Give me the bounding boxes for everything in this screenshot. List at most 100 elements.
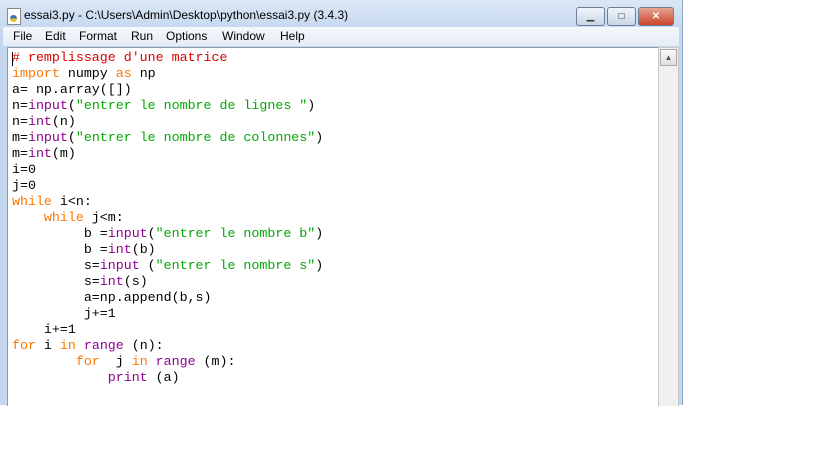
code-line: m=int(m) bbox=[12, 146, 323, 162]
code-token: j bbox=[99, 354, 132, 369]
code-token: while bbox=[43, 210, 84, 225]
code-token: input bbox=[27, 98, 68, 113]
code-token: i bbox=[35, 338, 60, 353]
python-file-icon bbox=[7, 8, 21, 25]
code-line: for j in range (m): bbox=[12, 354, 323, 370]
code-token: j=0 bbox=[12, 178, 36, 193]
vertical-scrollbar[interactable]: ▲ bbox=[658, 47, 679, 406]
menu-window[interactable]: Window bbox=[222, 29, 265, 43]
code-token: a= np.array([]) bbox=[12, 82, 132, 97]
code-token: np bbox=[131, 66, 156, 81]
code-token: print bbox=[107, 370, 148, 385]
code-token: "entrer le nombre s" bbox=[155, 258, 316, 273]
code-token: "entrer le nombre b" bbox=[155, 226, 316, 241]
code-line: while i<n: bbox=[12, 194, 323, 210]
code-line: s=input ("entrer le nombre s") bbox=[12, 258, 323, 274]
menu-bar: File Edit Format Run Options Window Help bbox=[3, 27, 679, 46]
code-token: (n) bbox=[51, 114, 76, 129]
scroll-up-arrow-icon[interactable]: ▲ bbox=[660, 49, 677, 66]
code-token: in bbox=[131, 354, 148, 369]
code-token: m= bbox=[12, 146, 28, 161]
code-token: s= bbox=[12, 274, 100, 289]
code-token: (a) bbox=[147, 370, 180, 385]
code-token: "entrer le nombre de lignes " bbox=[75, 98, 308, 113]
code-token: (n): bbox=[123, 338, 164, 353]
title-bar[interactable]: essai3.py - C:\Users\Admin\Desktop\pytho… bbox=[0, 0, 682, 30]
code-token: ( bbox=[147, 226, 156, 241]
code-editor[interactable]: # remplissage d'une matrice import numpy … bbox=[7, 47, 659, 406]
code-token: int bbox=[27, 146, 52, 161]
code-line: for i in range (n): bbox=[12, 338, 323, 354]
code-line: n=input("entrer le nombre de lignes ") bbox=[12, 98, 323, 114]
code-token: input bbox=[27, 130, 68, 145]
code-token: in bbox=[59, 338, 76, 353]
code-token: i<n: bbox=[51, 194, 92, 209]
code-token: j+=1 bbox=[12, 306, 116, 321]
code-line: s=int(s) bbox=[12, 274, 323, 290]
code-token: while bbox=[12, 194, 52, 209]
code-token: s= bbox=[12, 258, 100, 273]
code-token: int bbox=[99, 274, 124, 289]
code-token: n= bbox=[12, 98, 28, 113]
code-line: while j<m: bbox=[12, 210, 323, 226]
menu-edit[interactable]: Edit bbox=[45, 29, 66, 43]
code-token: "entrer le nombre de colonnes" bbox=[75, 130, 316, 145]
code-token: int bbox=[27, 114, 52, 129]
minimize-button[interactable]: ▁ bbox=[576, 7, 605, 26]
code-line: a= np.array([]) bbox=[12, 82, 323, 98]
code-token: ) bbox=[315, 226, 324, 241]
menu-options[interactable]: Options bbox=[166, 29, 207, 43]
code-token: ( bbox=[67, 130, 76, 145]
code-line: m=input("entrer le nombre de colonnes") bbox=[12, 130, 323, 146]
menu-format[interactable]: Format bbox=[79, 29, 117, 43]
code-token: # remplissage d'une matrice bbox=[12, 50, 228, 65]
maximize-button[interactable]: □ bbox=[607, 7, 636, 26]
code-line: print (a) bbox=[12, 370, 323, 386]
code-token: n= bbox=[12, 114, 28, 129]
code-token: input bbox=[99, 258, 140, 273]
menu-help[interactable]: Help bbox=[280, 29, 305, 43]
code-token: as bbox=[115, 66, 132, 81]
code-line: j+=1 bbox=[12, 306, 323, 322]
code-token: i=0 bbox=[12, 162, 36, 177]
code-token: (b) bbox=[131, 242, 156, 257]
menu-run[interactable]: Run bbox=[131, 29, 153, 43]
code-token: j<m: bbox=[83, 210, 124, 225]
code-token: (m) bbox=[51, 146, 76, 161]
code-line: n=int(n) bbox=[12, 114, 323, 130]
code-token: ) bbox=[307, 98, 316, 113]
code-token: i+=1 bbox=[12, 322, 76, 337]
code-line: a=np.append(b,s) bbox=[12, 290, 323, 306]
code-token: input bbox=[107, 226, 148, 241]
code-line: b =input("entrer le nombre b") bbox=[12, 226, 323, 242]
code-line: i=0 bbox=[12, 162, 323, 178]
code-text[interactable]: # remplissage d'une matrice import numpy … bbox=[12, 50, 323, 386]
code-token: for bbox=[12, 338, 36, 353]
code-line: b =int(b) bbox=[12, 242, 323, 258]
code-token: a=np.append(b,s) bbox=[12, 290, 212, 305]
close-button[interactable]: ✕ bbox=[638, 7, 674, 26]
code-token: b = bbox=[12, 242, 108, 257]
code-token: (m): bbox=[195, 354, 236, 369]
window-title: essai3.py - C:\Users\Admin\Desktop\pytho… bbox=[24, 8, 349, 22]
code-token: range bbox=[83, 338, 124, 353]
code-line: i+=1 bbox=[12, 322, 323, 338]
code-line: # remplissage d'une matrice bbox=[12, 50, 323, 66]
code-token: numpy bbox=[59, 66, 116, 81]
code-token: ( bbox=[139, 258, 156, 273]
code-token: ) bbox=[315, 130, 324, 145]
code-line: import numpy as np bbox=[12, 66, 323, 82]
code-token: ) bbox=[315, 258, 324, 273]
code-token: (s) bbox=[123, 274, 148, 289]
code-token: ( bbox=[67, 98, 76, 113]
code-token: for bbox=[75, 354, 100, 369]
code-token: import bbox=[12, 66, 60, 81]
code-token: int bbox=[107, 242, 132, 257]
code-token: range bbox=[155, 354, 196, 369]
code-line: j=0 bbox=[12, 178, 323, 194]
menu-file[interactable]: File bbox=[13, 29, 32, 43]
